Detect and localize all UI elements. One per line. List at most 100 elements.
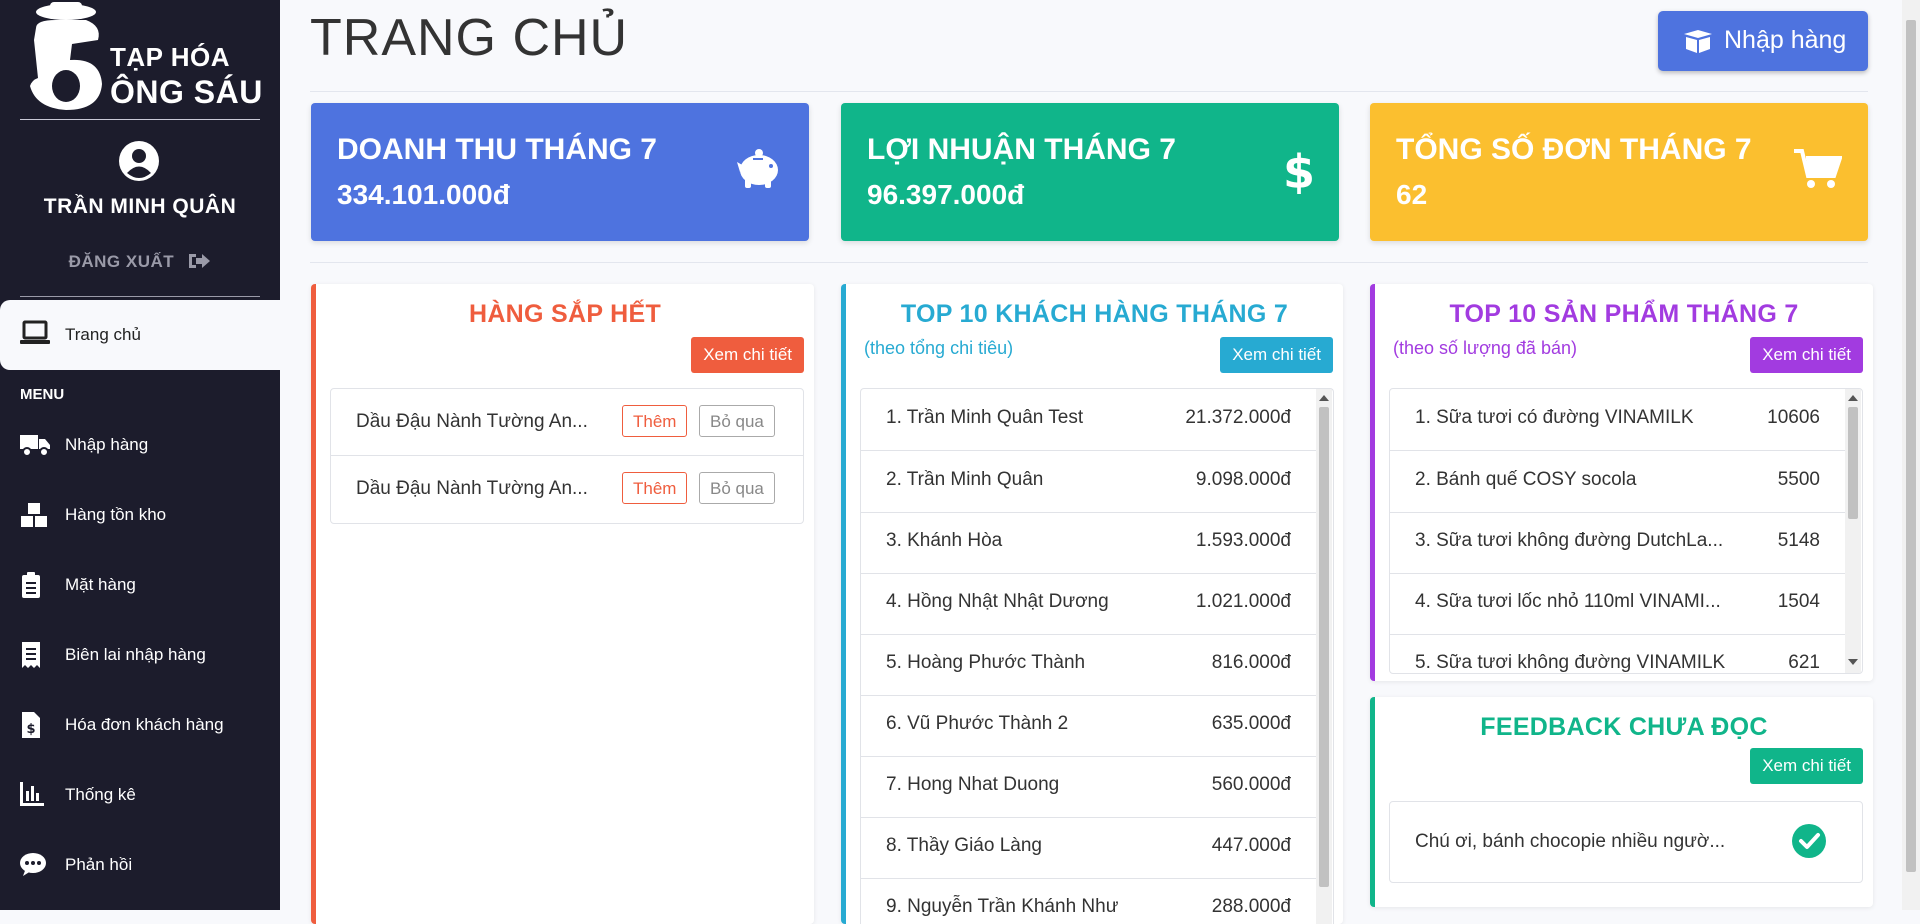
import-goods-label: Nhập hàng [1724,26,1847,54]
logout-link[interactable]: ĐĂNG XUẤT [0,251,280,272]
store-logo-mark [30,2,102,110]
table-row: 4. Hồng Nhật Nhật Dương 1.021.000đ [861,573,1316,635]
list-item: Chú ơi, bánh chocopie nhiều ngườ... [1390,802,1862,882]
sidebar-item-label: Thống kê [65,785,136,804]
table-row: 4. Sữa tươi lốc nhỏ 110ml VINAMI... 1504 [1390,573,1845,635]
page-title: TRANG CHỦ [310,9,629,67]
customer-amount: 288.000đ [1211,896,1291,917]
customer-amount: 635.000đ [1211,713,1291,734]
sidebar-item-products[interactable]: Mặt hàng [0,560,280,610]
card-subtitle: (theo số lượng đã bán) [1393,338,1577,358]
sidebar-item-import-receipts[interactable]: Biên lai nhập hàng [0,630,280,680]
sidebar-item-label: Mặt hàng [65,575,136,594]
feedback-detail-button[interactable]: Xem chi tiết [1750,748,1863,784]
clipboard-list-icon [22,572,40,598]
sidebar-item-import[interactable]: Nhập hàng [0,420,280,470]
scroll-up-arrow[interactable] [1848,395,1858,401]
svg-text:$: $ [26,722,35,737]
feedback-list: Chú ơi, bánh chocopie nhiều ngườ... [1389,801,1863,883]
customer-amount: 1.593.000đ [1195,530,1291,551]
customer-name: 4. Hồng Nhật Nhật Dương [886,591,1109,612]
sidebar-item-label: Nhập hàng [65,435,149,454]
list-item: Dầu Đậu Nành Tường An... Thêm Bỏ qua [331,389,803,456]
add-button[interactable]: Thêm [622,472,688,504]
product-quantity: 5500 [1777,469,1820,490]
table-row: 3. Sữa tươi không đường DutchLa... 5148 [1390,512,1845,574]
svg-text:$: $ [1285,148,1313,194]
store-logo[interactable]: TẠP HÓA ÔNG SÁU [26,0,266,115]
low-stock-item-name: Dầu Đậu Nành Tường An... [356,478,588,499]
scroll-down-arrow[interactable] [1848,659,1858,665]
product-quantity: 10606 [1767,407,1820,428]
table-row: 8. Thầy Giáo Làng 447.000đ [861,817,1316,879]
scroll-thumb[interactable] [1848,407,1858,519]
sign-out-icon [189,254,211,268]
low-stock-detail-button[interactable]: Xem chi tiết [691,337,804,373]
stat-card-orders: TỔNG SỐ ĐƠN THÁNG 7 62 [1370,103,1868,241]
stat-value: 62 [1396,179,1428,210]
customer-name: 7. Hong Nhat Duong [886,774,1060,795]
dollar-icon: $ [1285,148,1313,194]
low-stock-card: HÀNG SẮP HẾT Xem chi tiết Dầu Đậu Nành T… [311,284,814,924]
card-subtitle: (theo tổng chi tiêu) [864,338,1014,358]
skip-button[interactable]: Bỏ qua [699,472,775,504]
truck-icon [20,435,50,457]
product-name: 4. Sữa tươi lốc nhỏ 110ml VINAMI... [1415,591,1721,612]
customer-name: 1. Trần Minh Quân Test [886,407,1084,428]
piggy-bank-icon [737,149,778,188]
top-products-detail-button[interactable]: Xem chi tiết [1750,337,1863,373]
user-avatar-icon [119,141,159,181]
table-row: 7. Hong Nhat Duong 560.000đ [861,756,1316,818]
top-customers-list: 1. Trần Minh Quân Test 21.372.000đ 2. Trầ… [860,388,1334,924]
sidebar-divider [20,296,260,297]
card-title: TOP 10 SẢN PHẨM THÁNG 7 [1449,300,1799,328]
add-button[interactable]: Thêm [622,405,688,437]
sidebar-item-feedback[interactable]: Phản hồi [0,840,280,890]
page-scrollbar[interactable] [1902,0,1920,910]
top-customers-scrollbar[interactable] [1316,389,1332,924]
sidebar-item-home[interactable]: Trang chủ [0,300,280,370]
import-goods-button[interactable]: Nhập hàng [1658,11,1868,71]
product-name: 3. Sữa tươi không đường DutchLa... [1415,530,1724,551]
feedback-card: FEEDBACK CHƯA ĐỌC Xem chi tiết Chú ơi, b… [1370,697,1873,907]
product-quantity: 5148 [1777,530,1820,551]
sidebar-item-inventory[interactable]: Hàng tồn kho [0,490,280,540]
top-customers-card: TOP 10 KHÁCH HÀNG THÁNG 7 (theo tổng chi… [841,284,1343,924]
stat-value: 96.397.000đ [867,179,1025,210]
customer-amount: 816.000đ [1211,652,1291,673]
sidebar: TẠP HÓA ÔNG SÁU TRẦN MINH QUÂN ĐĂNG XUẤT… [0,0,280,910]
table-row: 3. Khánh Hòa 1.593.000đ [861,512,1316,574]
cart-icon [1794,149,1842,188]
top-customers-detail-button[interactable]: Xem chi tiết [1220,337,1333,373]
header-divider [310,91,1868,92]
page-scroll-thumb[interactable] [1906,20,1916,872]
scroll-thumb[interactable] [1319,407,1329,887]
product-quantity: 1504 [1777,591,1820,612]
card-title: TOP 10 KHÁCH HÀNG THÁNG 7 [900,300,1289,328]
customer-amount: 560.000đ [1211,774,1291,795]
stat-value: 334.101.000đ [337,179,510,210]
sidebar-item-label: Hàng tồn kho [65,505,167,524]
product-quantity: 621 [1788,652,1820,673]
skip-button[interactable]: Bỏ qua [699,405,775,437]
laptop-icon [20,320,50,344]
sidebar-item-label: Hóa đơn khách hàng [65,715,224,734]
customer-name: 2. Trần Minh Quân [886,469,1044,490]
product-name: 2. Bánh quế COSY socola [1415,469,1637,490]
check-circle-icon[interactable] [1792,824,1826,858]
customer-name: 9. Nguyễn Trần Khánh Như [886,896,1119,917]
top-products-list: 1. Sữa tươi có đường VINAMILK 10606 2. Bá… [1389,388,1863,674]
sidebar-item-customer-invoices[interactable]: $ Hóa đơn khách hàng [0,700,280,750]
logo-text-line1: TẠP HÓA [110,42,231,72]
table-row: 6. Vũ Phước Thành 2 635.000đ [861,695,1316,757]
comment-dots-icon [20,853,46,876]
customer-amount: 21.372.000đ [1185,407,1291,428]
scroll-up-arrow[interactable] [1319,395,1329,401]
customer-name: 5. Hoàng Phước Thành [886,652,1086,673]
sidebar-item-statistics[interactable]: Thống kê [0,770,280,820]
box-open-icon [1684,30,1712,53]
top-products-scrollbar[interactable] [1845,389,1861,673]
table-row: 1. Trần Minh Quân Test 21.372.000đ [861,389,1316,451]
user-name: TRẦN MINH QUÂN [43,195,237,218]
sidebar-item-label: Biên lai nhập hàng [65,645,206,664]
